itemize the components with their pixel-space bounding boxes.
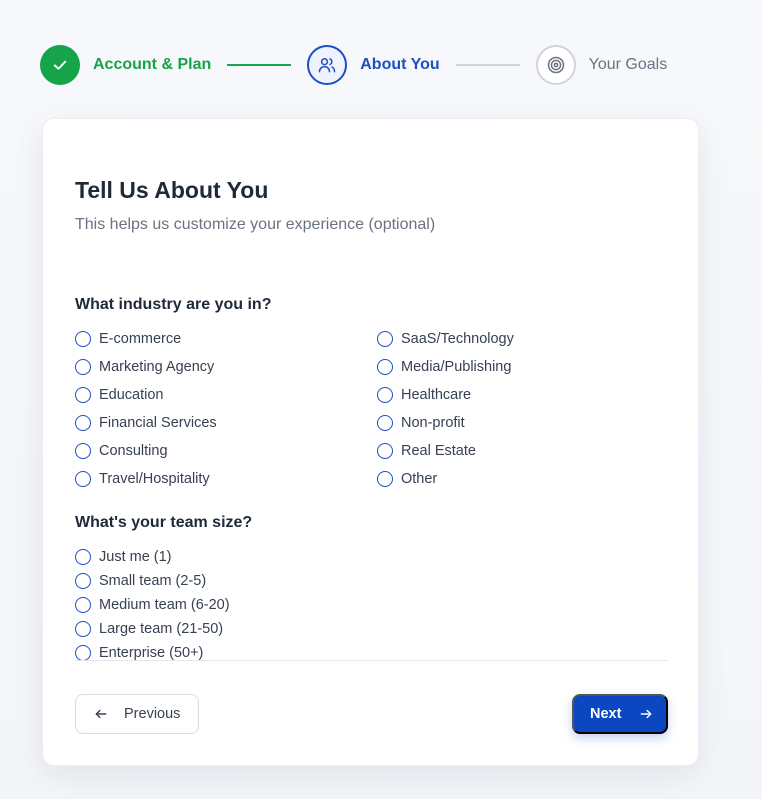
page-subtitle: This helps us customize your experience …: [75, 216, 436, 233]
step-account-plan[interactable]: Account & Plan: [40, 45, 211, 85]
radio-button[interactable]: [377, 443, 393, 459]
team-size-option-large[interactable]: Large team (21-50): [75, 619, 230, 639]
check-icon: [53, 60, 67, 70]
step-pending-circle: [535, 45, 576, 85]
radio-button[interactable]: [377, 387, 393, 403]
next-button[interactable]: Next: [572, 694, 668, 734]
arrow-right-icon: [639, 707, 653, 721]
industry-option-saas-technology[interactable]: SaaS/Technology: [377, 329, 675, 349]
industry-option-ecommerce[interactable]: E-commerce: [75, 329, 377, 349]
team-size-option-medium[interactable]: Medium team (6-20): [75, 595, 230, 615]
radio-button[interactable]: [75, 471, 91, 487]
footer-divider: [75, 660, 668, 661]
step-label-account-plan: Account & Plan: [93, 56, 212, 73]
radio-button[interactable]: [75, 573, 91, 589]
industry-option-other[interactable]: Other: [377, 469, 675, 489]
radio-button[interactable]: [75, 645, 91, 661]
team-size-radio-group: Just me (1) Small team (2-5) Medium team…: [75, 547, 230, 663]
page-title: Tell Us About You: [75, 177, 269, 203]
radio-button[interactable]: [377, 471, 393, 487]
previous-button-label: Previous: [124, 706, 181, 722]
radio-button[interactable]: [377, 331, 393, 347]
industry-option-financial-services[interactable]: Financial Services: [75, 413, 377, 433]
team-size-option-just-me[interactable]: Just me (1): [75, 547, 230, 567]
radio-button[interactable]: [377, 359, 393, 375]
radio-button[interactable]: [75, 331, 91, 347]
industry-option-education[interactable]: Education: [75, 385, 377, 405]
radio-button[interactable]: [75, 621, 91, 637]
progress-stepper: Account & Plan About You Your Goals: [40, 44, 720, 86]
step-active-circle: [307, 45, 348, 85]
industry-option-travel-hospitality[interactable]: Travel/Hospitality: [75, 469, 377, 489]
industry-option-consulting[interactable]: Consulting: [75, 441, 377, 461]
radio-button[interactable]: [75, 387, 91, 403]
industry-option-real-estate[interactable]: Real Estate: [377, 441, 675, 461]
target-icon: [547, 56, 564, 74]
team-size-option-small[interactable]: Small team (2-5): [75, 571, 230, 591]
industry-option-healthcare[interactable]: Healthcare: [377, 385, 675, 405]
about-you-card: Tell Us About You This helps us customiz…: [42, 118, 699, 766]
industry-question: What industry are you in?: [75, 296, 272, 313]
radio-button[interactable]: [75, 415, 91, 431]
next-button-label: Next: [590, 706, 622, 722]
step-about-you[interactable]: About You: [307, 45, 440, 85]
radio-button[interactable]: [377, 415, 393, 431]
industry-option-marketing-agency[interactable]: Marketing Agency: [75, 357, 377, 377]
industry-radio-group: E-commerce SaaS/Technology Marketing Age…: [75, 329, 675, 489]
previous-button[interactable]: Previous: [75, 694, 199, 734]
radio-button[interactable]: [75, 443, 91, 459]
users-icon: [318, 58, 336, 73]
step-complete-circle: [40, 45, 80, 85]
step-label-about-you: About You: [360, 56, 440, 73]
radio-button[interactable]: [75, 359, 91, 375]
industry-option-media-publishing[interactable]: Media/Publishing: [377, 357, 675, 377]
step-connector-pending: [455, 64, 520, 66]
step-connector-complete: [227, 64, 292, 66]
radio-button[interactable]: [75, 549, 91, 565]
step-your-goals[interactable]: Your Goals: [535, 45, 668, 85]
radio-button[interactable]: [75, 597, 91, 613]
industry-option-non-profit[interactable]: Non-profit: [377, 413, 675, 433]
team-size-question: What's your team size?: [75, 514, 253, 531]
step-label-your-goals: Your Goals: [588, 56, 668, 73]
arrow-left-icon: [94, 707, 108, 721]
